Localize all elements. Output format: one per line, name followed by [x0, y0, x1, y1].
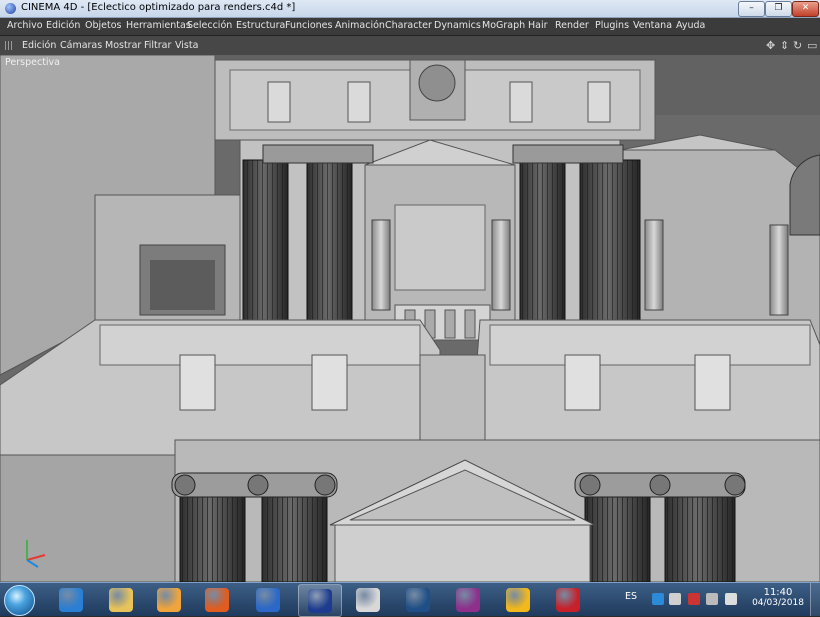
- network-tray-icon[interactable]: [669, 593, 681, 605]
- rotate-view-icon[interactable]: ↻: [793, 39, 802, 52]
- cinema4d-icon: [308, 589, 332, 613]
- file-explorer-icon: [109, 588, 133, 612]
- clock-time: 11:40: [763, 587, 793, 598]
- toggle-view-icon[interactable]: ▭: [807, 39, 817, 52]
- menu-render[interactable]: Render: [555, 20, 589, 31]
- rhino-render-icon: [456, 588, 480, 612]
- zoom-view-icon[interactable]: ⇕: [780, 39, 789, 52]
- menu-archivo[interactable]: Archivo: [7, 20, 43, 31]
- window-title: CINEMA 4D - [Eclectico optimizado para r…: [21, 2, 296, 13]
- firefox-icon: [205, 588, 229, 612]
- firefox-taskbar-button[interactable]: [196, 584, 238, 615]
- menu-seleccion[interactable]: Selección: [187, 20, 232, 31]
- clock-date: 04/03/2018: [752, 598, 804, 608]
- cinema4d-alt-icon: [356, 588, 380, 612]
- windows-start-orb-icon[interactable]: [4, 585, 35, 616]
- menu-funciones[interactable]: Funciones: [285, 20, 332, 31]
- viewport-menu-mostrar[interactable]: Mostrar: [105, 40, 141, 51]
- viewport-menu-camaras[interactable]: Cámaras: [60, 40, 102, 51]
- viewport-menu-vista[interactable]: Vista: [175, 40, 198, 51]
- file-explorer-taskbar-button[interactable]: [100, 584, 142, 615]
- main-menu-bar: Archivo Edición Objetos Herramientas Sel…: [0, 18, 820, 36]
- viewport-menu-edicion[interactable]: Edición: [22, 40, 56, 51]
- toolbar-grip-icon[interactable]: [5, 41, 13, 50]
- cinema4d-app-icon: [5, 3, 16, 14]
- internet-explorer-taskbar-button[interactable]: [50, 584, 92, 615]
- puzzle-app-taskbar-button[interactable]: [497, 584, 539, 615]
- revit-taskbar-button[interactable]: [397, 584, 439, 615]
- puzzle-app-icon: [506, 588, 530, 612]
- menu-plugins[interactable]: Plugins: [595, 20, 629, 31]
- minimize-button[interactable]: –: [738, 1, 765, 17]
- architecture-model-render: [0, 55, 820, 582]
- edge-tray-icon[interactable]: [652, 593, 664, 605]
- viewport-menu-bar: Edición Cámaras Mostrar Filtrar Vista ✥ …: [0, 36, 820, 56]
- menu-character[interactable]: Character: [385, 20, 432, 31]
- revit-icon: [406, 588, 430, 612]
- menu-objetos[interactable]: Objetos: [85, 20, 121, 31]
- language-indicator[interactable]: ES: [625, 591, 637, 602]
- windows-taskbar: ES 11:40 04/03/2018: [0, 582, 820, 617]
- show-desktop-button[interactable]: [810, 583, 820, 616]
- perspective-viewport[interactable]: Perspectiva: [0, 55, 820, 582]
- kmplayer-icon: [256, 588, 280, 612]
- close-button[interactable]: ✕: [792, 1, 819, 17]
- menu-mograph[interactable]: MoGraph: [482, 20, 525, 31]
- menu-edicion[interactable]: Edición: [46, 20, 80, 31]
- kmplayer-taskbar-button[interactable]: [247, 584, 289, 615]
- menu-animacion[interactable]: Animación: [335, 20, 385, 31]
- battery-tray-icon[interactable]: [706, 593, 718, 605]
- cinema4d-taskbar-button[interactable]: [298, 584, 342, 617]
- autocad-taskbar-button[interactable]: [547, 584, 589, 615]
- menu-ventana[interactable]: Ventana: [633, 20, 672, 31]
- camera-label: Perspectiva: [5, 57, 60, 68]
- media-player-icon: [157, 588, 181, 612]
- rhino-render-taskbar-button[interactable]: [447, 584, 489, 615]
- menu-hair[interactable]: Hair: [528, 20, 548, 31]
- volume-tray-icon[interactable]: [725, 593, 737, 605]
- taskbar-clock[interactable]: 11:40 04/03/2018: [748, 587, 808, 608]
- cinema4d-alt-taskbar-button[interactable]: [347, 584, 389, 615]
- flag-tray-icon[interactable]: [688, 593, 700, 605]
- viewport-menu-filtrar[interactable]: Filtrar: [144, 40, 171, 51]
- menu-dynamics[interactable]: Dynamics: [434, 20, 481, 31]
- menu-estructura[interactable]: Estructura: [236, 20, 285, 31]
- window-title-bar: CINEMA 4D - [Eclectico optimizado para r…: [0, 0, 820, 18]
- internet-explorer-icon: [59, 588, 83, 612]
- move-view-icon[interactable]: ✥: [766, 39, 775, 52]
- menu-ayuda[interactable]: Ayuda: [676, 20, 705, 31]
- maximize-button[interactable]: ❐: [765, 1, 792, 17]
- autocad-icon: [556, 588, 580, 612]
- media-player-taskbar-button[interactable]: [148, 584, 190, 615]
- menu-herramientas[interactable]: Herramientas: [126, 20, 191, 31]
